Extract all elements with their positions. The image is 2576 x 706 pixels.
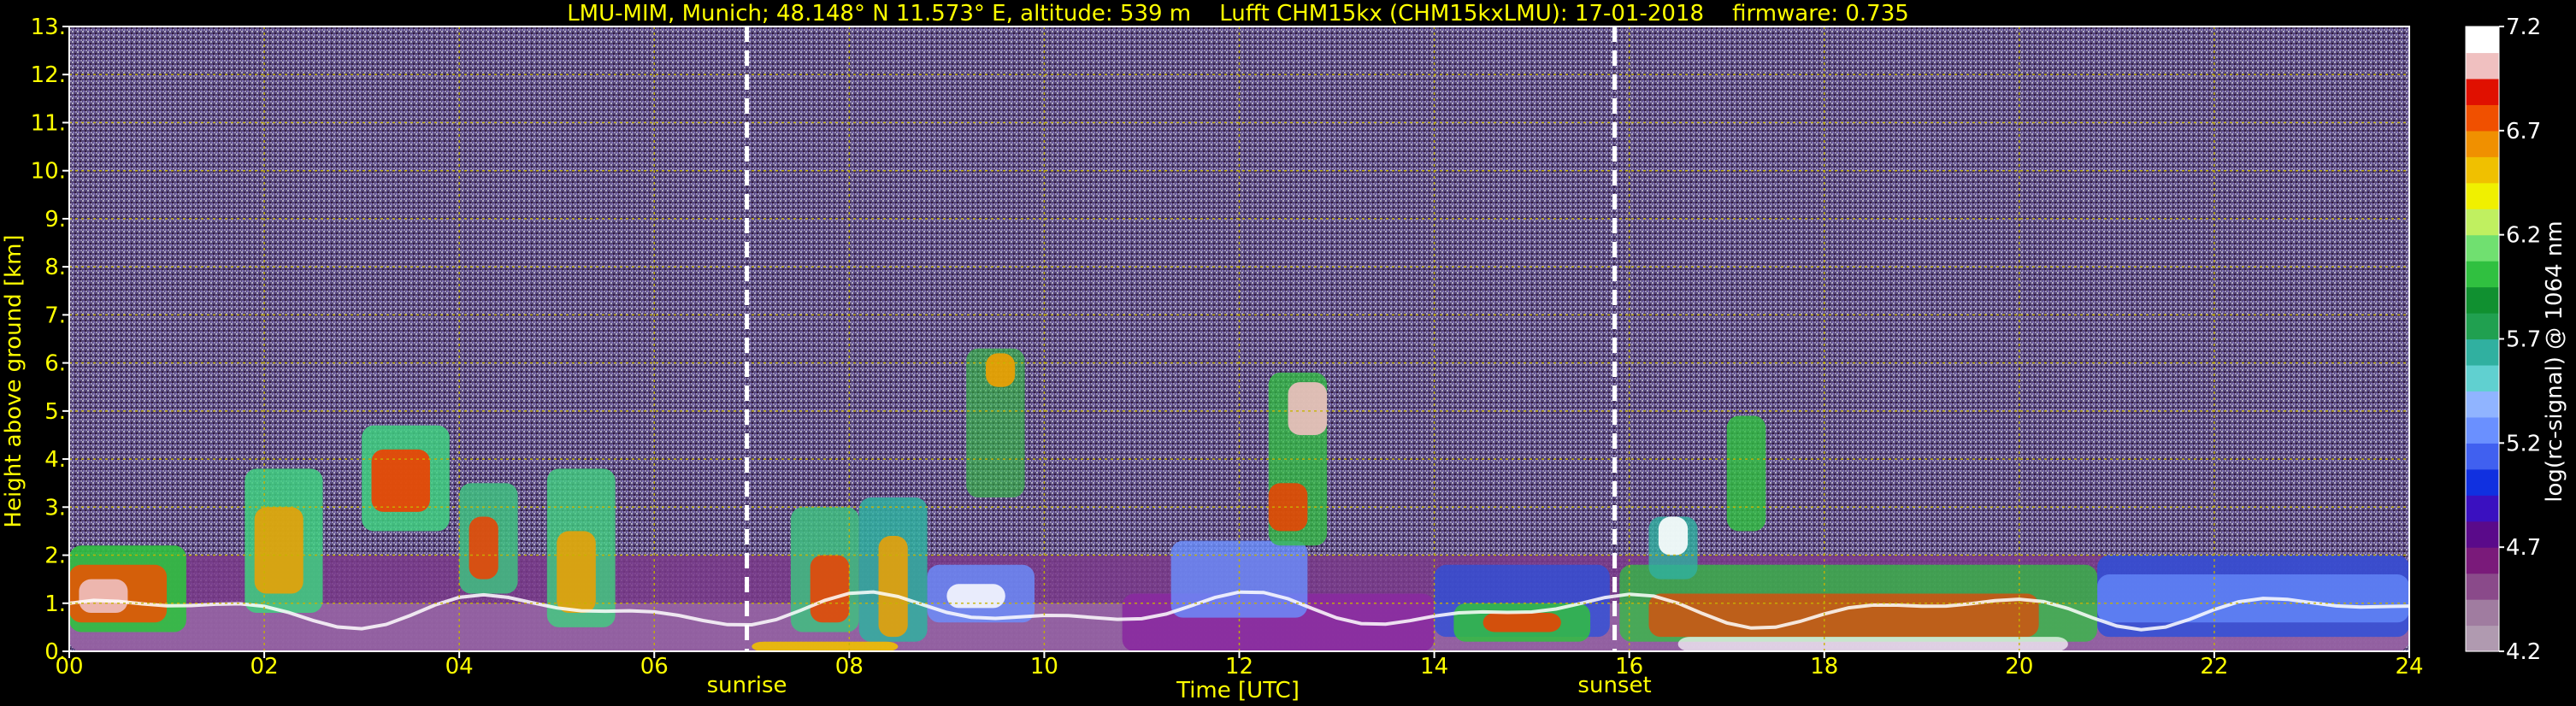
x-tick-label: 02: [251, 654, 279, 680]
colorbar-swatch: [2466, 234, 2499, 262]
x-tick-label: 18: [1810, 654, 1838, 680]
signal-feature: [79, 579, 128, 614]
colorbar-tick-label: 7.2: [2506, 15, 2541, 40]
y-tick-label: 13.: [31, 15, 66, 40]
colorbar-swatch: [2466, 599, 2499, 627]
y-axis-ticks: 0.1.2.3.4.5.6.7.8.9.10.11.12.13.: [31, 15, 69, 665]
y-tick-label: 4.: [44, 447, 66, 473]
x-tick-label: 00: [55, 654, 83, 680]
signal-feature: [985, 353, 1016, 387]
x-tick-label: 22: [2200, 654, 2228, 680]
x-tick-label: 08: [835, 654, 864, 680]
colorbar-swatch: [2466, 338, 2499, 366]
colorbar-swatch: [2466, 495, 2499, 522]
colorbar-swatch: [2466, 313, 2499, 340]
colorbar-tick-label: 6.2: [2506, 223, 2541, 249]
colorbar-swatch: [2466, 182, 2499, 209]
x-tick-label: 06: [640, 654, 669, 680]
colorbar-swatch: [2466, 78, 2499, 105]
colorbar-swatch: [2466, 573, 2499, 600]
x-tick-label: 24: [2395, 654, 2423, 680]
colorbar-swatch: [2466, 261, 2499, 288]
ceilometer-chart: LMU-MIM, Munich; 48.148° N 11.573° E, al…: [1, 1, 2567, 703]
signal-feature: [557, 531, 596, 614]
signal-feature: [1726, 415, 1766, 532]
sunrise-label: sunrise: [707, 673, 787, 698]
colorbar-swatch: [2466, 468, 2499, 496]
signal-feature: [752, 641, 899, 651]
y-tick-label: 10.: [31, 159, 66, 185]
colorbar-swatch: [2466, 156, 2499, 184]
colorbar-tick-label: 4.7: [2506, 535, 2541, 561]
colorbar-swatch: [2466, 364, 2499, 392]
y-tick-label: 1.: [44, 591, 66, 617]
signal-feature: [1658, 516, 1689, 556]
signal-feature: [878, 536, 908, 638]
colorbar-tick-label: 6.7: [2506, 119, 2541, 144]
colorbar-swatch: [2466, 130, 2499, 157]
plot-area: [68, 26, 2410, 652]
colorbar-tick-label: 5.2: [2506, 431, 2541, 456]
x-axis-ticks: 00 02 04 06 08 10 12 14 16 18 20 22 24: [55, 651, 2424, 680]
signal-feature: [1288, 382, 1328, 435]
signal-feature: [469, 516, 498, 580]
colorbar-swatch: [2466, 625, 2499, 652]
colorbar-swatch: [2466, 52, 2499, 79]
sunset-label: sunset: [1577, 673, 1651, 698]
signal-feature: [810, 555, 850, 623]
colorbar-swatch: [2466, 104, 2499, 132]
x-tick-label: 20: [2005, 654, 2033, 680]
colorbar-swatch: [2466, 26, 2499, 54]
y-tick-label: 9.: [44, 207, 66, 232]
colorbar-tick-label: 5.7: [2506, 327, 2541, 353]
x-tick-label: 10: [1030, 654, 1058, 680]
chart-title: LMU-MIM, Munich; 48.148° N 11.573° E, al…: [567, 1, 1909, 26]
y-tick-label: 5.: [44, 399, 66, 425]
colorbar-swatch: [2466, 209, 2499, 236]
y-tick-label: 2.: [44, 544, 66, 569]
y-tick-label: 7.: [44, 303, 66, 328]
colorbar-label: log(rc-signal) @ 1064 nm: [2542, 221, 2567, 502]
x-tick-label: 12: [1225, 654, 1253, 680]
colorbar-ticks: 4.2 4.7 5.2 5.7 6.2 6.7 7.2: [2499, 15, 2541, 665]
colorbar-swatch: [2466, 443, 2499, 470]
y-tick-label: 8.: [44, 255, 66, 280]
y-tick-label: 12.: [31, 62, 66, 88]
colorbar-tick-label: 4.2: [2506, 639, 2541, 665]
colorbar-swatches: [2466, 26, 2499, 652]
x-tick-label: 04: [445, 654, 474, 680]
x-axis-label: Time [UTC]: [1176, 678, 1300, 703]
y-tick-label: 11.: [31, 110, 66, 136]
signal-feature: [254, 507, 304, 594]
signal-feature: [1677, 637, 2068, 651]
x-tick-label: 14: [1420, 654, 1448, 680]
colorbar: 4.2 4.7 5.2 5.7 6.2 6.7 7.2 log(rc-signal) @ 1…: [2465, 15, 2567, 665]
signal-feature: [946, 584, 1005, 609]
colorbar-swatch: [2466, 521, 2499, 548]
y-tick-label: 6.: [44, 351, 66, 377]
colorbar-swatch: [2466, 547, 2499, 574]
colorbar-swatch: [2466, 416, 2499, 444]
signal-feature: [1483, 613, 1561, 632]
y-tick-label: 3.: [44, 495, 66, 521]
y-axis-label: Height above ground [km]: [1, 234, 27, 527]
colorbar-swatch: [2466, 286, 2499, 314]
colorbar-swatch: [2466, 391, 2499, 418]
